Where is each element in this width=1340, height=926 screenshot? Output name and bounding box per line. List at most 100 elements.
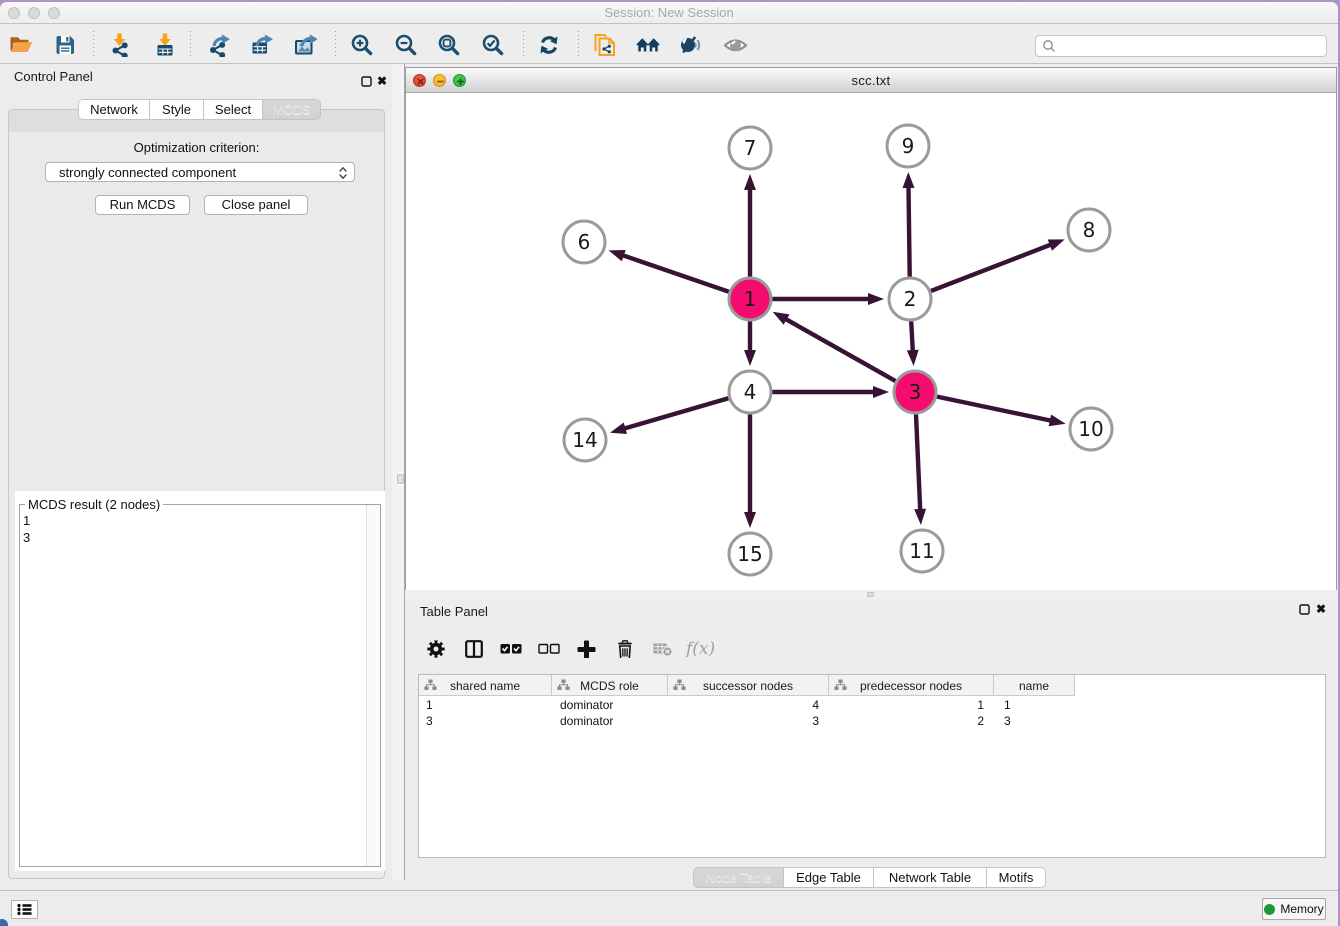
- column-icon-wrap: [557, 679, 570, 691]
- toolbar-separator: [335, 31, 336, 58]
- close-panel-button[interactable]: Close panel: [204, 195, 308, 215]
- mcds-result-item[interactable]: 3: [23, 530, 30, 547]
- vertical-splitter[interactable]: [392, 64, 405, 880]
- column-label: MCDS role: [580, 679, 639, 693]
- first-neighbors-button[interactable]: [533, 25, 565, 64]
- export-image-button[interactable]: [289, 25, 321, 64]
- edge-4-14[interactable]: [624, 398, 728, 428]
- node-label-7: 7: [744, 136, 757, 160]
- column-header-predecessor-nodes[interactable]: predecessor nodes: [829, 675, 994, 696]
- show-panel-button[interactable]: [720, 25, 752, 64]
- import-network-icon: [109, 33, 133, 57]
- cp-tab-mcds[interactable]: MCDS: [263, 99, 321, 120]
- table-row[interactable]: 1dominator411: [419, 697, 1325, 713]
- close-icon[interactable]: ✖: [377, 74, 387, 88]
- run-mcds-button[interactable]: Run MCDS: [95, 195, 190, 215]
- column-header-shared-name[interactable]: shared name: [419, 675, 552, 696]
- memory-status-dot: [1264, 904, 1275, 915]
- window-title: Session: New Session: [0, 2, 1338, 24]
- column-label: successor nodes: [703, 679, 793, 693]
- criterion-dropdown[interactable]: strongly connected component: [45, 162, 355, 182]
- table-cell: 1: [1004, 697, 1011, 713]
- zoom-fit-button[interactable]: [433, 25, 465, 64]
- mcds-result-group-border: [19, 504, 381, 867]
- search-icon: [1042, 39, 1056, 53]
- mcds-result-item[interactable]: 1: [23, 513, 30, 530]
- import-network-button[interactable]: [105, 25, 137, 64]
- horizontal-splitter-grip[interactable]: [867, 592, 874, 597]
- task-history-button[interactable]: [11, 900, 38, 919]
- import-table-button[interactable]: [149, 25, 181, 64]
- column-type-icon: [557, 679, 570, 691]
- edge-3-1[interactable]: [786, 319, 896, 381]
- criterion-value: strongly connected component: [59, 165, 236, 180]
- split-panel-button[interactable]: [465, 638, 483, 660]
- memory-button[interactable]: Memory: [1262, 898, 1326, 920]
- zoom-selected-icon: [481, 33, 505, 57]
- export-table-icon: [249, 33, 273, 57]
- titlebar: Session: New Session: [0, 2, 1338, 24]
- snapshot-button[interactable]: [589, 25, 621, 64]
- table-cell: dominator: [560, 713, 613, 729]
- horizontal-splitter[interactable]: [405, 590, 1338, 599]
- edge-1-6[interactable]: [623, 255, 729, 291]
- save-session-button[interactable]: [49, 25, 81, 64]
- zoom-out-button[interactable]: [390, 25, 422, 64]
- open-session-button[interactable]: [5, 25, 37, 64]
- edge-3-10[interactable]: [937, 397, 1051, 421]
- zoom-in-button[interactable]: [346, 25, 378, 64]
- edge-arrowhead: [610, 423, 627, 435]
- control-panel-header: Control Panel ✖: [0, 64, 392, 90]
- control-panel-title: Control Panel: [14, 69, 93, 84]
- function-builder-button[interactable]: f(x): [686, 638, 720, 660]
- table-cell: 4: [668, 697, 819, 713]
- settings-button[interactable]: [427, 638, 445, 660]
- add-column-button[interactable]: [577, 638, 596, 660]
- svg-text:f(x): f(x): [686, 639, 715, 659]
- tp-tab-motifs[interactable]: Motifs: [987, 867, 1046, 888]
- float-icon[interactable]: [361, 76, 372, 87]
- column-header-name[interactable]: name: [994, 675, 1075, 696]
- app-window: Session: New Session: [0, 2, 1338, 926]
- zoom-out-icon: [394, 33, 418, 57]
- cp-tab-select[interactable]: Select: [204, 99, 263, 120]
- cp-tab-network[interactable]: Network: [78, 99, 150, 120]
- node-table: shared name MCDS role successor nodes pr…: [418, 674, 1326, 858]
- table-close-icon[interactable]: ✖: [1316, 602, 1326, 616]
- table-row[interactable]: 3dominator323: [419, 713, 1325, 729]
- tp-tab-node-table[interactable]: Node Table: [693, 867, 784, 888]
- go-home-button[interactable]: [632, 25, 664, 64]
- delete-table-button[interactable]: [653, 638, 673, 660]
- column-header-MCDS-role[interactable]: MCDS role: [552, 675, 668, 696]
- delete-column-button[interactable]: [616, 638, 634, 660]
- result-scrollbar[interactable]: [366, 505, 380, 866]
- deselect-all-button[interactable]: [538, 638, 560, 660]
- search-box[interactable]: [1035, 35, 1327, 57]
- edge-arrowhead: [744, 174, 756, 190]
- hide-panel-button[interactable]: [675, 25, 707, 64]
- edge-arrowhead: [1049, 415, 1066, 427]
- export-network-button[interactable]: [203, 25, 235, 64]
- tp-tab-network-table[interactable]: Network Table: [874, 867, 987, 888]
- mcds-panel: Optimization criterion: strongly connect…: [8, 109, 385, 879]
- search-input[interactable]: [1056, 37, 1326, 55]
- delete-table-icon: [653, 640, 673, 658]
- tp-tab-edge-table[interactable]: Edge Table: [784, 867, 874, 888]
- right-column: scc.txt 1234678910111415 Table Panel ✖: [405, 64, 1338, 880]
- node-label-8: 8: [1083, 218, 1096, 242]
- cp-tab-style[interactable]: Style: [150, 99, 204, 120]
- node-label-15: 15: [737, 542, 762, 566]
- edge-3-11[interactable]: [916, 415, 920, 511]
- zoom-selected-button[interactable]: [477, 25, 509, 64]
- column-header-successor-nodes[interactable]: successor nodes: [668, 675, 829, 696]
- node-label-14: 14: [572, 428, 597, 452]
- edge-2-8[interactable]: [931, 245, 1051, 291]
- vertical-splitter-grip[interactable]: [397, 474, 404, 484]
- select-all-button[interactable]: [500, 638, 522, 660]
- edge-2-3[interactable]: [911, 322, 913, 352]
- network-canvas[interactable]: 1234678910111415: [406, 94, 1336, 590]
- edge-2-9[interactable]: [909, 187, 910, 277]
- table-float-icon[interactable]: [1299, 604, 1310, 615]
- export-table-button[interactable]: [245, 25, 277, 64]
- edge-arrowhead: [1048, 239, 1065, 250]
